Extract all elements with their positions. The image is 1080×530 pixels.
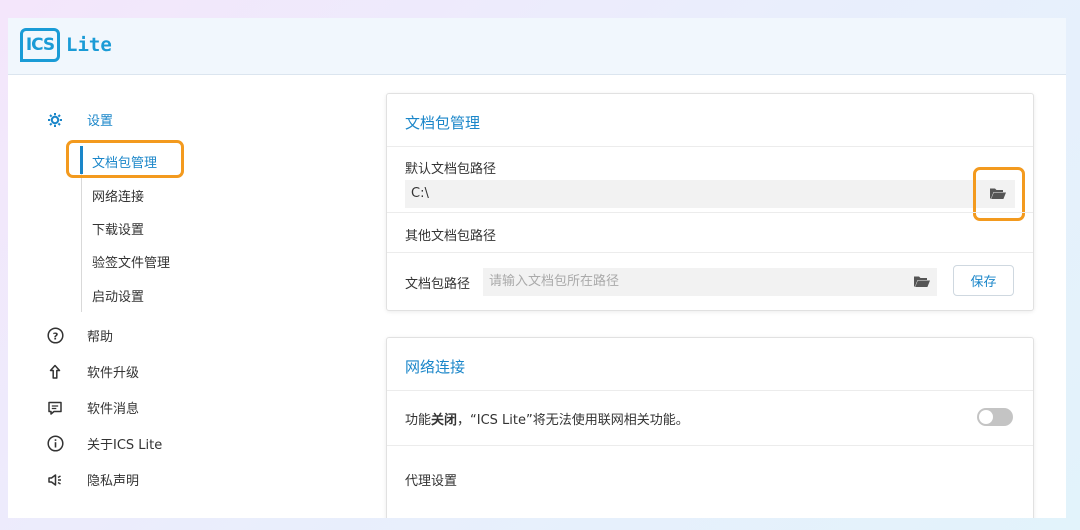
- toggle-knob: [979, 410, 993, 424]
- app-header: ICS Lite: [8, 18, 1066, 75]
- megaphone-icon: [46, 471, 64, 489]
- network-toggle[interactable]: [977, 408, 1013, 426]
- sidebar-item-about[interactable]: 关于ICS Lite: [46, 434, 162, 453]
- save-button[interactable]: 保存: [953, 265, 1014, 296]
- sidebar-item-messages[interactable]: 软件消息: [46, 398, 139, 417]
- gear-icon: [46, 111, 64, 129]
- divider: [387, 252, 1033, 253]
- sidebar-item-help[interactable]: ? 帮助: [46, 326, 113, 345]
- sidebar-item-settings[interactable]: 设置: [46, 110, 113, 129]
- path-field-label: 文档包路径: [405, 277, 471, 292]
- message-icon: [46, 399, 64, 417]
- help-icon: ?: [46, 327, 64, 345]
- sidebar-item-label: 设置: [87, 114, 114, 129]
- path-input-placeholder: 请输入文档包所在路径: [489, 274, 620, 289]
- divider: [387, 445, 1033, 446]
- submenu-item-download[interactable]: 下载设置: [92, 219, 144, 238]
- status-suffix: ，“ICS Lite”将无法使用联网相关功能。: [457, 413, 689, 428]
- sidebar-item-label: 关于ICS Lite: [87, 438, 163, 453]
- path-input[interactable]: 请输入文档包所在路径: [483, 268, 937, 296]
- submenu-item-startup[interactable]: 启动设置: [92, 286, 144, 305]
- divider: [387, 212, 1033, 213]
- divider: [387, 146, 1033, 147]
- highlight-box-doc-package: [66, 140, 184, 178]
- network-status-text: 功能关闭，“ICS Lite”将无法使用联网相关功能。: [405, 409, 689, 428]
- other-path-label: 其他文档包路径: [405, 229, 497, 244]
- status-bold: 关闭: [431, 413, 458, 428]
- sidebar-item-privacy[interactable]: 隐私声明: [46, 470, 139, 489]
- default-path-field[interactable]: C:\: [405, 180, 1015, 208]
- submenu-item-signature-files[interactable]: 验签文件管理: [92, 252, 170, 271]
- logo-text: Lite: [66, 34, 112, 56]
- app-window: ICS Lite 设置 文档包管理 网络连接 下载设置 验签文件管理 启动设置 …: [8, 18, 1066, 518]
- sidebar-item-label: 软件消息: [87, 402, 140, 417]
- divider: [387, 390, 1033, 391]
- sidebar-item-label: 帮助: [87, 330, 114, 345]
- card-title: 网络连接: [405, 358, 466, 376]
- app-logo: ICS Lite: [20, 28, 112, 62]
- logo-mark: ICS: [20, 28, 60, 62]
- card-title: 文档包管理: [405, 114, 481, 132]
- browse-path-button[interactable]: [907, 268, 937, 296]
- info-icon: [46, 435, 64, 453]
- sidebar-item-upgrade[interactable]: 软件升级: [46, 362, 139, 381]
- sidebar-item-label: 隐私声明: [87, 474, 140, 489]
- svg-text:?: ?: [52, 332, 58, 343]
- proxy-settings-label: 代理设置: [405, 474, 458, 489]
- default-path-label: 默认文档包路径: [405, 162, 497, 177]
- sidebar: 设置 文档包管理 网络连接 下载设置 验签文件管理 启动设置 ? 帮助 软件升级: [8, 74, 368, 518]
- default-path-value: C:\: [411, 186, 429, 201]
- status-prefix: 功能: [405, 413, 432, 428]
- doc-package-card: 文档包管理 默认文档包路径 C:\ 其他文档包路径 文档包路径 请输入文档包所在…: [386, 93, 1034, 311]
- upgrade-icon: [46, 363, 64, 381]
- network-card: 网络连接 功能关闭，“ICS Lite”将无法使用联网相关功能。 代理设置: [386, 337, 1034, 518]
- folder-open-icon: [913, 273, 931, 292]
- sidebar-item-label: 软件升级: [87, 366, 140, 381]
- submenu-item-network[interactable]: 网络连接: [92, 186, 144, 205]
